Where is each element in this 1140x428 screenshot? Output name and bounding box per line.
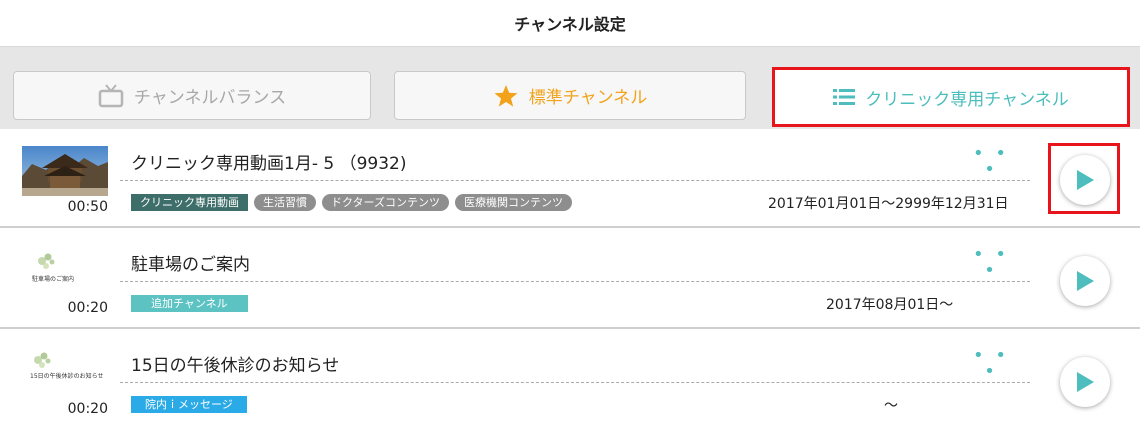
play-button[interactable] (1060, 155, 1110, 205)
play-icon (1077, 170, 1094, 190)
play-icon (1077, 271, 1094, 291)
list-icon (833, 88, 856, 106)
video-duration: 00:20 (67, 300, 108, 316)
list-item[interactable]: 00:50 クリニック専用動画1月- 5 （9932) • • • クリニック専… (0, 129, 1140, 228)
video-duration: 00:20 (67, 401, 108, 417)
tab-label: クリニック専用チャンネル (865, 89, 1069, 110)
video-duration: 00:50 (67, 199, 108, 215)
more-options-icon[interactable]: • • • (966, 246, 1016, 280)
play-icon (1077, 372, 1094, 392)
app-header: チャンネル設定 (0, 0, 1140, 47)
divider (120, 382, 1030, 383)
tab-label: 標準チャンネル (528, 88, 648, 108)
thumbnail-caption: 15日の午後休診のお知らせ (30, 373, 104, 380)
tag: 院内ｉメッセージ (131, 396, 247, 413)
divider (120, 281, 1030, 282)
video-title: 駐車場のご案内 (131, 255, 250, 275)
list-item[interactable]: 15日の午後休診のお知らせ 00:20 15日の午後休診のお知らせ • • • … (0, 331, 1140, 428)
tag: ドクターズコンテンツ (322, 194, 450, 211)
video-title: 15日の午後休診のお知らせ (131, 356, 340, 376)
play-button[interactable] (1060, 357, 1110, 407)
more-options-icon[interactable]: • • • (966, 347, 1016, 381)
tag-list: 院内ｉメッセージ (131, 396, 247, 413)
list-item[interactable]: 駐車場のご案内 00:20 駐車場のご案内 • • • 追加チャンネル 2017… (0, 230, 1140, 329)
tab-label: チャンネルバランス (133, 88, 287, 108)
tag: クリニック専用動画 (131, 194, 248, 211)
divider (120, 180, 1030, 181)
tab-standard-channel[interactable]: 標準チャンネル (394, 71, 746, 120)
tab-clinic-channel[interactable]: クリニック専用チャンネル (772, 67, 1130, 127)
tv-icon (98, 83, 124, 108)
tag: 生活習慣 (254, 194, 316, 211)
page-title: チャンネル設定 (514, 15, 626, 34)
thumbnail-caption: 駐車場のご案内 (32, 276, 75, 283)
publish-period: 〜 (884, 398, 898, 414)
tag-list: クリニック専用動画 生活習慣 ドクターズコンテンツ 医療機関コンテンツ (131, 194, 573, 211)
video-thumbnail (22, 146, 108, 196)
publish-period: 2017年08月01日〜 (826, 297, 954, 313)
channel-tab-bar: チャンネルバランス 標準チャンネル クリニック専用チャンネル (0, 47, 1140, 129)
video-thumbnail: 15日の午後休診のお知らせ (22, 348, 108, 398)
publish-period: 2017年01月01日〜2999年12月31日 (768, 196, 1009, 212)
more-options-icon[interactable]: • • • (966, 145, 1016, 179)
video-title: クリニック専用動画1月- 5 （9932) (131, 154, 407, 174)
tag: 医療機関コンテンツ (455, 194, 573, 211)
play-button[interactable] (1060, 256, 1110, 306)
tag: 追加チャンネル (131, 295, 248, 312)
tag-list: 追加チャンネル (131, 295, 248, 312)
video-thumbnail: 駐車場のご案内 (22, 247, 108, 297)
star-icon (493, 84, 519, 108)
tab-channel-balance[interactable]: チャンネルバランス (13, 71, 371, 120)
